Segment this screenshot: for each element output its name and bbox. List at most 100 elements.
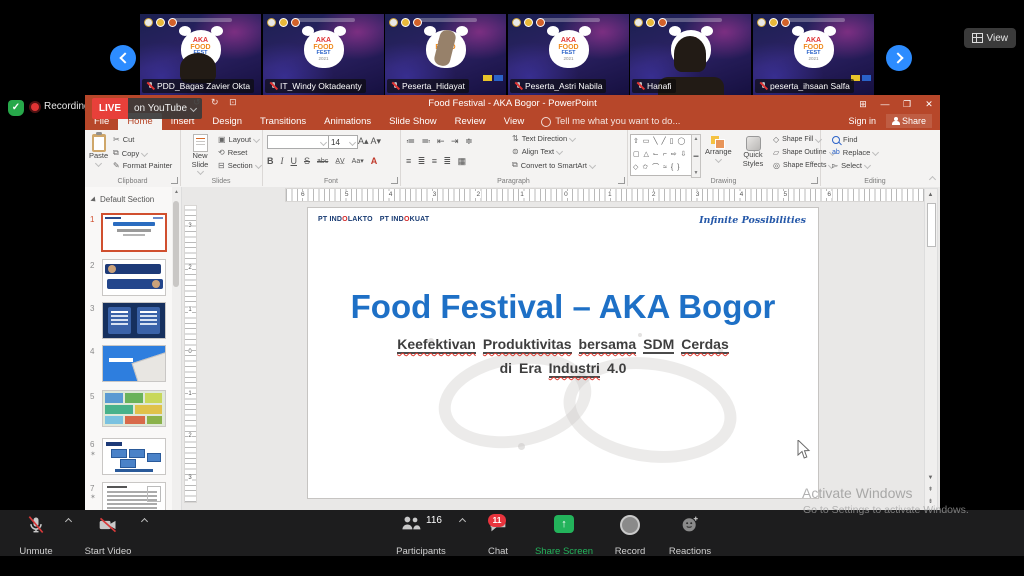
start-video-button[interactable]: Start Video bbox=[80, 512, 136, 562]
paragraph-dialog-launcher[interactable] bbox=[618, 177, 625, 184]
mic-muted-icon bbox=[636, 82, 644, 91]
font-dialog-launcher[interactable] bbox=[391, 177, 398, 184]
tile-banner bbox=[783, 18, 845, 22]
reactions-button[interactable]: Reactions bbox=[664, 512, 716, 562]
tell-me-box[interactable]: Tell me what you want to do... bbox=[533, 113, 688, 130]
aka-food-fest-logo: AKA FOOD FEST 2021 bbox=[794, 30, 834, 68]
subtitle-word: di bbox=[500, 360, 512, 378]
align-buttons[interactable]: ≡ ≣ ≡ ≣ ▦ bbox=[406, 156, 468, 167]
slide-thumbnail-4[interactable] bbox=[102, 345, 166, 382]
tab-transitions[interactable]: Transitions bbox=[251, 113, 315, 130]
quick-styles-icon bbox=[746, 136, 761, 151]
participant-name-badge: Hanafi bbox=[632, 79, 676, 93]
select-button[interactable]: ▻Select bbox=[832, 161, 870, 170]
section-button[interactable]: ⊟Section bbox=[218, 161, 261, 170]
view-button[interactable]: View bbox=[964, 28, 1017, 48]
quick-styles-button[interactable]: Quick Styles bbox=[739, 136, 767, 168]
video-tile[interactable]: AKA FOOD FEST 2021 peserta_ihsaan Salfa bbox=[753, 14, 874, 95]
tab-animations[interactable]: Animations bbox=[315, 113, 380, 130]
tab-design[interactable]: Design bbox=[203, 113, 251, 130]
text-direction-button[interactable]: ⇅Text Direction bbox=[512, 134, 575, 143]
shape-fill-button[interactable]: ◇Shape Fill bbox=[773, 135, 821, 144]
align-text-button[interactable]: ⊜Align Text bbox=[512, 147, 562, 156]
record-button[interactable]: Record bbox=[606, 512, 654, 562]
tab-view[interactable]: View bbox=[495, 113, 533, 130]
live-platform-badge[interactable]: on YouTube bbox=[128, 98, 202, 119]
slide-thumbnail-3[interactable] bbox=[102, 302, 166, 339]
shapes-gallery-scrollbar[interactable]: ▲▬▼ bbox=[691, 134, 701, 178]
security-shield-icon[interactable]: ✓ bbox=[8, 100, 24, 116]
view-label: View bbox=[987, 33, 1009, 44]
layout-button[interactable]: ▣Layout bbox=[218, 135, 259, 144]
live-badge: LIVE bbox=[92, 98, 128, 119]
ribbon-options-button[interactable]: ⊞ bbox=[852, 95, 874, 113]
aka-food-fest-logo: AKA FOOD FEST 2021 bbox=[549, 30, 589, 68]
slide-thumbnail-7[interactable] bbox=[102, 482, 166, 510]
video-tile[interactable]: AKA FOOD FEST 2021 PDD_Bagas Zavier Okta bbox=[140, 14, 261, 95]
paste-button[interactable]: Paste bbox=[89, 134, 108, 166]
scrollbar-thumb[interactable] bbox=[927, 203, 936, 247]
clipboard-dialog-launcher[interactable] bbox=[171, 177, 178, 184]
tagline: Infinite Possibilities bbox=[699, 215, 806, 226]
participants-options-caret[interactable] bbox=[459, 518, 466, 525]
new-slide-button[interactable]: New Slide bbox=[185, 134, 215, 174]
cut-button[interactable]: ✂Cut bbox=[113, 135, 134, 144]
tab-slide-show[interactable]: Slide Show bbox=[380, 113, 446, 130]
restore-button[interactable]: ❐ bbox=[896, 95, 918, 113]
font-style-buttons[interactable]: BIUSabcA̲V̲Aa▾A bbox=[267, 156, 381, 166]
collapse-ribbon-button[interactable] bbox=[929, 176, 936, 183]
unmute-options-caret[interactable] bbox=[65, 518, 72, 525]
shapes-gallery[interactable]: ⇧ ▭ ╲ ╱ ▯ ◯▢ △ ⌙ ⌐ ⇨ ⇩◇ ✩ ⌒ ≈ { } bbox=[630, 134, 696, 176]
mic-muted-icon bbox=[759, 82, 767, 91]
find-button[interactable]: Find bbox=[832, 135, 858, 144]
copy-button[interactable]: ⧉Copy bbox=[113, 148, 147, 158]
video-tile[interactable]: AKA FOOD FEST 2021 IT_Windy Oktadeanty bbox=[263, 14, 384, 95]
scroll-up-icon[interactable]: ▲ bbox=[925, 190, 936, 200]
group-font: 14 A▴ A▾ BIUSabcA̲V̲Aa▾A Font bbox=[262, 130, 401, 186]
font-size-combo[interactable]: 14 bbox=[328, 135, 358, 149]
strip-next-button[interactable] bbox=[886, 45, 912, 71]
arrange-button[interactable]: Arrange bbox=[705, 136, 732, 162]
drawing-dialog-launcher[interactable] bbox=[811, 177, 818, 184]
subtitle-word: Era bbox=[519, 360, 542, 378]
format-painter-button[interactable]: ✎Format Painter bbox=[113, 161, 172, 170]
company-logos: PT INDOLAKTOPT INDOKUAT bbox=[318, 216, 429, 223]
thumbnails-scrollbar[interactable]: ▲ bbox=[172, 187, 182, 510]
reset-button[interactable]: ⟲Reset bbox=[218, 148, 247, 157]
previous-slide-button[interactable]: ⇞ bbox=[925, 485, 936, 495]
strip-prev-button[interactable] bbox=[110, 45, 136, 71]
list-buttons[interactable]: ≔ ≕ ⇤ ⇥ ≑ bbox=[406, 136, 475, 147]
mic-muted-icon bbox=[391, 82, 399, 91]
font-name-combo[interactable] bbox=[267, 135, 329, 149]
scroll-down-icon[interactable]: ▼ bbox=[925, 473, 936, 483]
unmute-button[interactable]: Unmute bbox=[10, 512, 62, 562]
slide-thumbnail-6[interactable] bbox=[102, 438, 166, 475]
slide-thumbnail-2[interactable] bbox=[102, 259, 166, 296]
replace-button[interactable]: abReplace bbox=[832, 148, 878, 157]
slide-thumbnail-1[interactable] bbox=[101, 213, 167, 252]
convert-smartart-button[interactable]: ⧉Convert to SmartArt bbox=[512, 160, 595, 170]
ppt-share-button[interactable]: Share bbox=[886, 114, 932, 128]
share-screen-button[interactable]: ↑ Share Screen bbox=[534, 512, 594, 562]
video-options-caret[interactable] bbox=[141, 518, 148, 525]
video-tile[interactable]: AKA FOOD FEST 2021 Peserta_Hidayat bbox=[385, 14, 506, 95]
sign-in-link[interactable]: Sign in bbox=[848, 116, 876, 126]
paste-icon bbox=[92, 134, 106, 152]
video-tile[interactable]: AKA FOOD FEST 2021 Hanafi bbox=[630, 14, 751, 95]
slide-thumbnail-5[interactable] bbox=[102, 390, 166, 427]
share-screen-icon: ↑ bbox=[554, 515, 574, 533]
activate-windows-watermark-line2: Go to Settings to activate Windows. bbox=[803, 504, 969, 516]
chat-button[interactable]: 11 Chat bbox=[476, 512, 520, 562]
slide-scrollbar[interactable]: ▲ ▼ ⇞ ⇟ bbox=[924, 188, 938, 510]
activate-windows-watermark: Activate Windows bbox=[802, 485, 912, 501]
minimize-button[interactable]: — bbox=[874, 95, 896, 113]
close-button[interactable]: ✕ bbox=[918, 95, 940, 113]
chevron-down-icon bbox=[190, 105, 197, 112]
participant-name-badge: peserta_ihsaan Salfa bbox=[755, 79, 854, 93]
section-header[interactable]: Default Section bbox=[92, 195, 154, 204]
video-tile[interactable]: AKA FOOD FEST 2021 Peserta_Astri Nabila bbox=[508, 14, 629, 95]
slide-canvas[interactable]: PT INDOLAKTOPT INDOKUAT Infinite Possibi… bbox=[308, 208, 818, 498]
grow-shrink-font-buttons[interactable]: A▴ A▾ bbox=[358, 136, 381, 147]
tab-review[interactable]: Review bbox=[446, 113, 495, 130]
participants-button[interactable]: 116 Participants bbox=[392, 512, 450, 562]
